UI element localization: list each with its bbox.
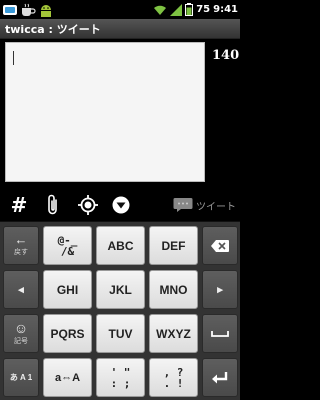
- key-wxyz[interactable]: WXYZ: [149, 314, 198, 353]
- cursor-right-key[interactable]: ▸: [202, 270, 238, 309]
- remaining-character-count: 140: [212, 48, 240, 63]
- notification-icons: [2, 3, 54, 17]
- location-button[interactable]: [76, 190, 100, 220]
- clock: 9:41: [213, 4, 238, 15]
- case-toggle-key[interactable]: a⇔A: [43, 358, 92, 397]
- paperclip-icon: [48, 194, 57, 215]
- key-jkl[interactable]: JKL: [96, 270, 145, 309]
- key-pqrs[interactable]: PQRS: [43, 314, 92, 353]
- title-bar: twicca : ツイート: [0, 19, 240, 39]
- backspace-icon: [211, 239, 229, 252]
- android-icon: [41, 4, 51, 17]
- key-quotes[interactable]: ' " : ;: [96, 358, 145, 397]
- key-def[interactable]: DEF: [149, 226, 198, 265]
- app-notification-icon: [3, 4, 17, 15]
- tweet-text-input[interactable]: [5, 42, 205, 182]
- space-key[interactable]: [202, 314, 238, 353]
- page-title: twicca : ツイート: [5, 22, 101, 36]
- status-bar: 75 9:41: [0, 0, 240, 19]
- enter-icon: [212, 371, 228, 383]
- key-tuv[interactable]: TUV: [96, 314, 145, 353]
- key-punctuation[interactable]: , ? . !: [149, 358, 198, 397]
- text-cursor: [13, 51, 14, 65]
- key-symbols-1[interactable]: @-_ /&: [43, 226, 92, 265]
- status-right: 75 9:41: [153, 3, 238, 16]
- hashtag-icon: #: [10, 193, 28, 217]
- battery-percent: 75: [196, 4, 211, 15]
- more-options-button[interactable]: [110, 190, 132, 220]
- signal-icon: [170, 3, 183, 16]
- attach-button[interactable]: [42, 190, 64, 220]
- compose-toolbar: # ツイート: [0, 190, 240, 220]
- hashtag-button[interactable]: #: [8, 190, 30, 220]
- speech-bubble-icon: [173, 198, 193, 212]
- dropdown-circle-icon: [112, 196, 130, 214]
- coffee-icon: [22, 3, 36, 16]
- location-icon: [78, 195, 98, 215]
- battery-icon: [185, 3, 194, 16]
- input-mode-key[interactable]: あ A 1: [3, 358, 39, 397]
- keyboard: ← 戻す @-_ /& ABC DEF ◂ GHI JKL MNO ▸ ☺ 記号…: [0, 221, 240, 400]
- key-abc[interactable]: ABC: [96, 226, 145, 265]
- wifi-icon: [154, 5, 167, 15]
- enter-key[interactable]: [202, 358, 238, 397]
- backspace-key[interactable]: [202, 226, 238, 265]
- key-ghi[interactable]: GHI: [43, 270, 92, 309]
- tweet-button[interactable]: ツイート: [160, 190, 236, 220]
- undo-key[interactable]: ← 戻す: [3, 226, 39, 265]
- tweet-button-label: ツイート: [196, 201, 236, 213]
- cursor-left-key[interactable]: ◂: [3, 270, 39, 309]
- space-icon: [211, 330, 229, 337]
- emoji-symbol-key[interactable]: ☺ 記号: [3, 314, 39, 353]
- key-mno[interactable]: MNO: [149, 270, 198, 309]
